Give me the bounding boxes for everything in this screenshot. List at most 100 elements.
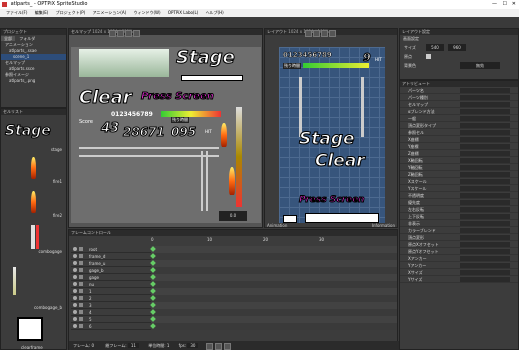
timeline-row[interactable]: root	[71, 246, 397, 253]
cellmap-canvas[interactable]: Stage Clear Press Screen 0123456789 Scor…	[71, 47, 261, 223]
attr-row[interactable]: Z軸回転	[400, 171, 518, 178]
tab-all[interactable]: 全部	[1, 36, 15, 41]
lock-icon[interactable]	[79, 268, 83, 272]
attr-row[interactable]: 左右反転	[400, 206, 518, 213]
tree-png[interactable]: atlparts_.png	[1, 78, 66, 84]
visibility-icon[interactable]	[73, 303, 77, 307]
attr-row-field[interactable]	[460, 263, 510, 268]
timeline-row[interactable]: 1	[71, 288, 397, 295]
layout-zoom-in-icon[interactable]	[305, 30, 312, 37]
timeline-row[interactable]: nu	[71, 281, 397, 288]
attr-row-field[interactable]	[460, 123, 510, 128]
lock-icon[interactable]	[79, 247, 83, 251]
attr-row[interactable]: パーツ種別	[400, 94, 518, 101]
width-field[interactable]: 540	[426, 44, 444, 51]
frame-track[interactable]	[150, 302, 397, 309]
bg-color-select[interactable]: 無効	[460, 62, 500, 69]
layout-footer-right[interactable]: Information	[372, 223, 395, 228]
attr-row-field[interactable]	[460, 256, 510, 261]
grid-icon[interactable]	[133, 30, 140, 37]
attr-row-field[interactable]	[460, 221, 510, 226]
attr-row[interactable]: カラーブレンド	[400, 227, 518, 234]
close-button[interactable]: ✕	[512, 0, 516, 9]
visibility-icon[interactable]	[73, 247, 77, 251]
attr-row-field[interactable]	[460, 165, 510, 170]
timeline-row[interactable]: 4	[71, 309, 397, 316]
attr-row[interactable]: Xスケール	[400, 178, 518, 185]
keyframe-icon[interactable]	[150, 281, 156, 287]
lock-icon[interactable]	[79, 317, 83, 321]
attr-row-field[interactable]	[460, 235, 510, 240]
attr-row[interactable]: Y座標	[400, 143, 518, 150]
attr-row-field[interactable]	[460, 270, 510, 275]
menu-labo[interactable]: OPTPiX Labo(L)	[168, 10, 198, 15]
keyframe-icon[interactable]	[150, 274, 156, 280]
lock-icon[interactable]	[79, 289, 83, 293]
fit-icon[interactable]	[125, 30, 132, 37]
keyframe-icon[interactable]	[150, 253, 156, 259]
height-field[interactable]: 960	[448, 44, 466, 51]
clearframe-thumb[interactable]	[17, 317, 43, 341]
keyframe-icon[interactable]	[150, 246, 156, 252]
attr-row-field[interactable]	[460, 95, 510, 100]
timeline-row[interactable]: 6	[71, 323, 397, 330]
tab-folder[interactable]: フォルダ	[16, 36, 38, 41]
lock-icon[interactable]	[79, 303, 83, 307]
lock-icon[interactable]	[79, 282, 83, 286]
lock-icon[interactable]	[79, 254, 83, 258]
attr-row[interactable]: Xアンカー	[400, 255, 518, 262]
visibility-icon[interactable]	[73, 275, 77, 279]
layout-footer-left[interactable]: Animation	[267, 223, 287, 228]
attr-row-field[interactable]	[460, 179, 510, 184]
timeline-row[interactable]: frame_d	[71, 253, 397, 260]
layout-fit-icon[interactable]	[321, 30, 328, 37]
attr-row[interactable]: 上下反転	[400, 213, 518, 220]
frame-track[interactable]	[150, 246, 397, 253]
minimize-button[interactable]: —	[492, 0, 497, 9]
attr-row-field[interactable]	[460, 207, 510, 212]
combogage-thumb[interactable]	[31, 225, 35, 249]
attr-row-field[interactable]	[460, 186, 510, 191]
frame-track[interactable]	[150, 309, 397, 316]
attr-row-field[interactable]	[460, 249, 510, 254]
frame-track[interactable]	[150, 323, 397, 330]
attr-row[interactable]: Y軸回転	[400, 164, 518, 171]
origin-icon[interactable]	[426, 54, 431, 59]
visibility-icon[interactable]	[73, 254, 77, 258]
attr-row-field[interactable]	[460, 242, 510, 247]
combogage-b-thumb[interactable]	[13, 267, 16, 295]
attr-row-field[interactable]	[460, 88, 510, 93]
attr-row-field[interactable]	[460, 172, 510, 177]
maximize-button[interactable]: ☐	[503, 0, 507, 9]
attr-row[interactable]: 不透明度	[400, 192, 518, 199]
attr-row-field[interactable]	[460, 277, 510, 282]
lock-icon[interactable]	[79, 324, 83, 328]
visibility-icon[interactable]	[73, 289, 77, 293]
attr-row[interactable]: X軸回転	[400, 157, 518, 164]
fire2-thumb[interactable]	[31, 191, 36, 213]
layout-canvas[interactable]: 0123456789 9 HIT 残り時間 Stage Clear Press …	[279, 47, 385, 223]
keyframe-icon[interactable]	[150, 323, 156, 329]
menu-project[interactable]: プロジェクト(P)	[56, 10, 86, 15]
attr-row[interactable]: Yアンカー	[400, 262, 518, 269]
lock-icon[interactable]	[79, 310, 83, 314]
frame-track[interactable]	[150, 267, 397, 274]
attr-row[interactable]: Yサイズ	[400, 276, 518, 283]
layout-zoom-out-icon[interactable]	[313, 30, 320, 37]
lock-icon[interactable]	[79, 275, 83, 279]
frame-track[interactable]	[150, 260, 397, 267]
visibility-icon[interactable]	[73, 324, 77, 328]
keyframe-icon[interactable]	[150, 295, 156, 301]
frame-track[interactable]	[150, 316, 397, 323]
visibility-icon[interactable]	[73, 261, 77, 265]
attr-row[interactable]: 参照セル	[400, 129, 518, 136]
attr-row-field[interactable]	[460, 116, 510, 121]
attr-row[interactable]: 一般	[400, 115, 518, 122]
attr-row-field[interactable]	[460, 137, 510, 142]
attr-row-field[interactable]	[460, 151, 510, 156]
keyframe-icon[interactable]	[150, 267, 156, 273]
layout-lock-icon[interactable]	[329, 30, 336, 37]
attr-row[interactable]: Yスケール	[400, 185, 518, 192]
keyframe-icon[interactable]	[150, 309, 156, 315]
loop-icon[interactable]	[224, 342, 232, 350]
